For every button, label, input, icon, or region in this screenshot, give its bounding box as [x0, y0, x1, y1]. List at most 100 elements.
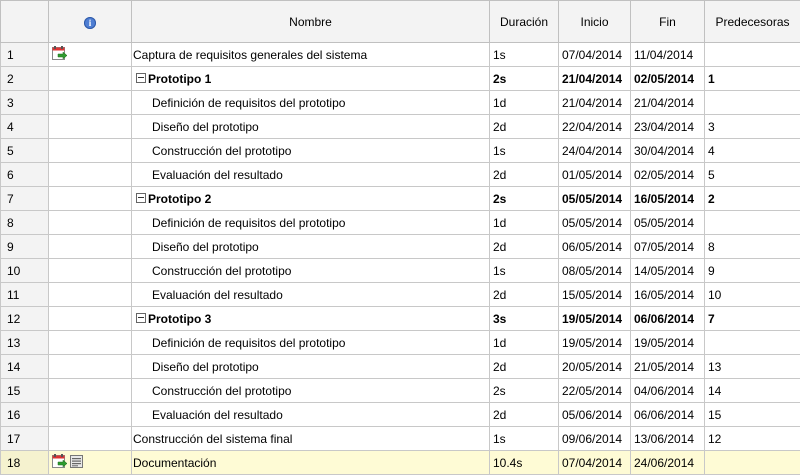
task-name-cell[interactable]: Construcción del sistema final: [131, 426, 490, 451]
task-name-cell[interactable]: Diseño del prototipo: [131, 354, 490, 379]
task-predecessors[interactable]: [704, 330, 800, 355]
row-number[interactable]: 10: [0, 258, 49, 283]
column-header-indicators[interactable]: i: [48, 0, 132, 43]
task-row[interactable]: 14 Diseño del prototipo 2d 20/05/2014 21/05/…: [0, 354, 800, 379]
row-number[interactable]: 4: [0, 114, 49, 139]
column-header-duration[interactable]: Duración: [489, 0, 559, 43]
task-end[interactable]: 02/05/2014: [630, 162, 705, 187]
task-duration[interactable]: 1s: [489, 138, 559, 163]
task-row[interactable]: 2 Prototipo 1 2s 21/04/2014 02/05/2014 1: [0, 66, 800, 91]
row-number[interactable]: 2: [0, 66, 49, 91]
task-end[interactable]: 06/06/2014: [630, 402, 705, 427]
task-start[interactable]: 05/05/2014: [558, 186, 631, 211]
task-duration[interactable]: 1s: [489, 42, 559, 67]
task-start[interactable]: 20/05/2014: [558, 354, 631, 379]
column-header-predecessors[interactable]: Predecesoras: [704, 0, 800, 43]
task-predecessors[interactable]: 14: [704, 378, 800, 403]
calendar-task-icon[interactable]: [52, 45, 68, 64]
task-duration[interactable]: 1s: [489, 258, 559, 283]
collapse-icon[interactable]: [136, 193, 146, 204]
task-predecessors[interactable]: 5: [704, 162, 800, 187]
row-number[interactable]: 14: [0, 354, 49, 379]
task-end[interactable]: 21/04/2014: [630, 90, 705, 115]
task-duration[interactable]: 2d: [489, 234, 559, 259]
task-name-cell[interactable]: Evaluación del resultado: [131, 282, 490, 307]
task-predecessors[interactable]: 8: [704, 234, 800, 259]
task-end[interactable]: 30/04/2014: [630, 138, 705, 163]
task-end[interactable]: 13/06/2014: [630, 426, 705, 451]
task-row[interactable]: 11 Evaluación del resultado 2d 15/05/2014 16…: [0, 282, 800, 307]
task-start[interactable]: 05/05/2014: [558, 210, 631, 235]
task-row[interactable]: 15 Construcción del prototipo 2s 22/05/2014…: [0, 378, 800, 403]
task-name-cell[interactable]: Construcción del prototipo: [131, 378, 490, 403]
column-header-start[interactable]: Inicio: [558, 0, 631, 43]
task-start[interactable]: 21/04/2014: [558, 90, 631, 115]
task-row[interactable]: 13 Definición de requisitos del prototipo…: [0, 330, 800, 355]
task-end[interactable]: 02/05/2014: [630, 66, 705, 91]
task-row[interactable]: 16 Evaluación del resultado 2d 05/06/2014 06…: [0, 402, 800, 427]
column-header-row-number[interactable]: [0, 0, 49, 43]
row-number[interactable]: 17: [0, 426, 49, 451]
column-header-name[interactable]: Nombre: [131, 0, 490, 43]
task-name-cell[interactable]: Documentación: [131, 450, 490, 475]
task-name-cell[interactable]: Diseño del prototipo: [131, 234, 490, 259]
task-duration[interactable]: 2d: [489, 114, 559, 139]
row-number[interactable]: 1: [0, 42, 49, 67]
task-duration[interactable]: 1d: [489, 210, 559, 235]
row-number[interactable]: 15: [0, 378, 49, 403]
task-predecessors[interactable]: 2: [704, 186, 800, 211]
task-row[interactable]: 5 Construcción del prototipo 1s 24/04/2014 3…: [0, 138, 800, 163]
task-end[interactable]: 24/06/2014: [630, 450, 705, 475]
task-end[interactable]: 11/04/2014: [630, 42, 705, 67]
task-end[interactable]: 16/05/2014: [630, 186, 705, 211]
row-number[interactable]: 6: [0, 162, 49, 187]
task-start[interactable]: 22/05/2014: [558, 378, 631, 403]
notes-icon[interactable]: [69, 454, 84, 472]
task-predecessors[interactable]: 10: [704, 282, 800, 307]
task-start[interactable]: 09/06/2014: [558, 426, 631, 451]
task-end[interactable]: 14/05/2014: [630, 258, 705, 283]
task-name-cell[interactable]: Prototipo 2: [131, 186, 490, 211]
task-duration[interactable]: 2d: [489, 282, 559, 307]
task-row[interactable]: 6 Evaluación del resultado 2d 01/05/2014 02/…: [0, 162, 800, 187]
task-duration[interactable]: 1d: [489, 330, 559, 355]
task-start[interactable]: 07/04/2014: [558, 450, 631, 475]
task-name-cell[interactable]: Captura de requisitos generales del sist…: [131, 42, 490, 67]
row-number[interactable]: 13: [0, 330, 49, 355]
task-duration[interactable]: 2s: [489, 186, 559, 211]
collapse-icon[interactable]: [136, 73, 146, 84]
task-predecessors[interactable]: [704, 90, 800, 115]
task-start[interactable]: 19/05/2014: [558, 306, 631, 331]
task-start[interactable]: 05/06/2014: [558, 402, 631, 427]
task-start[interactable]: 07/04/2014: [558, 42, 631, 67]
task-predecessors[interactable]: 15: [704, 402, 800, 427]
task-duration[interactable]: 2s: [489, 66, 559, 91]
task-end[interactable]: 07/05/2014: [630, 234, 705, 259]
task-name-cell[interactable]: Evaluación del resultado: [131, 402, 490, 427]
task-duration[interactable]: 10.4s: [489, 450, 559, 475]
task-row[interactable]: 10 Construcción del prototipo 1s 08/05/2014…: [0, 258, 800, 283]
task-duration[interactable]: 3s: [489, 306, 559, 331]
task-row[interactable]: 3 Definición de requisitos del prototipo 1…: [0, 90, 800, 115]
row-number[interactable]: 5: [0, 138, 49, 163]
task-name-cell[interactable]: Evaluación del resultado: [131, 162, 490, 187]
task-name-cell[interactable]: Definición de requisitos del prototipo: [131, 210, 490, 235]
task-end[interactable]: 21/05/2014: [630, 354, 705, 379]
task-start[interactable]: 21/04/2014: [558, 66, 631, 91]
task-predecessors[interactable]: 13: [704, 354, 800, 379]
task-start[interactable]: 08/05/2014: [558, 258, 631, 283]
task-row[interactable]: 7 Prototipo 2 2s 05/05/2014 16/05/2014 2: [0, 186, 800, 211]
task-end[interactable]: 04/06/2014: [630, 378, 705, 403]
task-row[interactable]: 12 Prototipo 3 3s 19/05/2014 06/06/2014 7: [0, 306, 800, 331]
task-row[interactable]: 1 Captura de requisitos generales del sis…: [0, 42, 800, 67]
task-name-cell[interactable]: Diseño del prototipo: [131, 114, 490, 139]
task-duration[interactable]: 2d: [489, 402, 559, 427]
task-predecessors[interactable]: 4: [704, 138, 800, 163]
task-name-cell[interactable]: Construcción del prototipo: [131, 138, 490, 163]
task-row[interactable]: 17 Construcción del sistema final 1s 09/06/…: [0, 426, 800, 451]
task-start[interactable]: 24/04/2014: [558, 138, 631, 163]
row-number[interactable]: 9: [0, 234, 49, 259]
task-start[interactable]: 19/05/2014: [558, 330, 631, 355]
task-name-cell[interactable]: Definición de requisitos del prototipo: [131, 330, 490, 355]
row-number[interactable]: 18: [0, 450, 49, 475]
